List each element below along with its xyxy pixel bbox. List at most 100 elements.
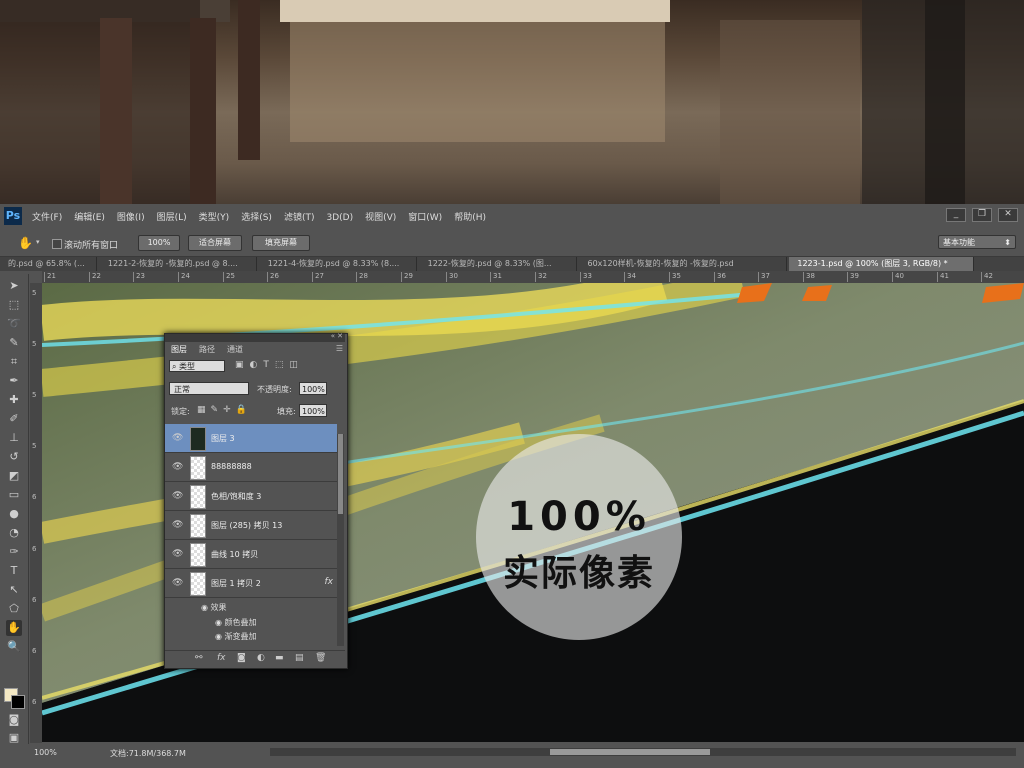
layer-row[interactable]: 👁 曲线 10 拷贝	[165, 540, 337, 569]
menu-image[interactable]: 图像(I)	[111, 210, 151, 226]
hand-tool-icon[interactable]: ✋	[6, 620, 22, 636]
minimize-button[interactable]: _	[946, 208, 966, 222]
workspace-select[interactable]: 基本功能 ⬍	[938, 235, 1016, 249]
link-icon[interactable]: ⚯	[195, 653, 203, 663]
opacity-input[interactable]: 100%	[299, 382, 327, 395]
menu-window[interactable]: 窗口(W)	[402, 210, 448, 226]
eye-icon[interactable]: ◉	[201, 603, 211, 612]
menu-layer[interactable]: 图层(L)	[151, 210, 193, 226]
new-layer-icon[interactable]: ▤	[295, 653, 304, 663]
shape-tool-icon[interactable]: ⬠	[6, 601, 22, 617]
kind-filter-select[interactable]: ⌕ 类型	[169, 360, 225, 372]
menu-help[interactable]: 帮助(H)	[448, 210, 492, 226]
shape-filter-icon[interactable]: ⬚	[275, 360, 290, 370]
history-brush-tool-icon[interactable]: ↺	[6, 449, 22, 465]
visibility-eye-icon[interactable]: 👁	[172, 578, 183, 588]
stamp-tool-icon[interactable]: ⊥	[6, 430, 22, 446]
layer-fx-badge[interactable]: fx	[325, 577, 334, 587]
adjustment-icon[interactable]: ◐	[257, 653, 265, 663]
eye-icon[interactable]: ◉	[215, 618, 225, 627]
doc-tab-active[interactable]: 1223-1.psd @ 100% (图层 3, RGB/8) *	[789, 257, 975, 271]
type-filter-icon[interactable]: T	[263, 360, 275, 370]
menu-edit[interactable]: 编辑(E)	[68, 210, 111, 226]
quick-select-tool-icon[interactable]: ✎	[6, 335, 22, 351]
crop-tool-icon[interactable]: ⌗	[6, 354, 22, 370]
options-bar: ✋ ▾ 滚动所有窗口 100% 适合屏幕 填充屏幕 基本功能 ⬍	[0, 230, 1024, 257]
doc-tab[interactable]: 的.psd @ 65.8% (...	[0, 257, 97, 271]
doc-tab[interactable]: 1222-恢复的.psd @ 8.33% (图...	[420, 257, 577, 271]
dodge-tool-icon[interactable]: ◔	[6, 525, 22, 541]
brush-tool-icon[interactable]: ✐	[6, 411, 22, 427]
path-select-tool-icon[interactable]: ↖	[6, 582, 22, 598]
folder-icon[interactable]: ▬	[275, 653, 284, 663]
layer-row[interactable]: 👁 图层 1 拷贝 2 fx	[165, 569, 337, 598]
eraser-tool-icon[interactable]: ◩	[6, 468, 22, 484]
menu-view[interactable]: 视图(V)	[359, 210, 402, 226]
eye-icon[interactable]: ◉	[215, 632, 225, 641]
menu-file[interactable]: 文件(F)	[26, 210, 68, 226]
doc-tab[interactable]: 60x120样机-恢复的-恢复的 -恢复的.psd	[580, 257, 787, 271]
visibility-eye-icon[interactable]: 👁	[172, 491, 183, 501]
pen-tool-icon[interactable]: ✑	[6, 544, 22, 560]
trash-icon[interactable]: 🗑	[315, 653, 326, 663]
close-icon[interactable]: ✕	[337, 332, 343, 340]
collapse-icon[interactable]: «	[331, 332, 335, 340]
fx-icon[interactable]: fx	[217, 653, 226, 663]
eyedropper-tool-icon[interactable]: ✒	[6, 373, 22, 389]
restore-button[interactable]: ❐	[972, 208, 992, 222]
status-zoom[interactable]: 100%	[34, 748, 57, 757]
blur-tool-icon[interactable]: ●	[6, 506, 22, 522]
lock-position-icon[interactable]: ✛	[223, 405, 236, 415]
type-tool-icon[interactable]: T	[6, 563, 22, 579]
image-filter-icon[interactable]: ▣	[235, 360, 250, 370]
visibility-eye-icon[interactable]: 👁	[172, 433, 183, 443]
chevron-down-icon[interactable]: ▾	[36, 238, 40, 246]
scroll-all-checkbox[interactable]	[52, 239, 62, 249]
lasso-tool-icon[interactable]: ➰	[6, 316, 22, 332]
fill-screen-button[interactable]: 填充屏幕	[252, 235, 310, 251]
layer-row[interactable]: 👁 图层 (285) 拷贝 13	[165, 511, 337, 540]
panel-menu-icon[interactable]: ☰	[336, 344, 343, 353]
layers-scrollbar[interactable]	[337, 434, 344, 646]
mask-icon[interactable]: ◙	[237, 653, 246, 663]
menu-3d[interactable]: 3D(D)	[320, 210, 359, 226]
visibility-eye-icon[interactable]: 👁	[172, 462, 183, 472]
effect-item[interactable]: ◉ 颜色叠加	[215, 617, 257, 628]
marquee-tool-icon[interactable]: ⬚	[6, 297, 22, 313]
scrollbar-thumb[interactable]	[338, 434, 343, 514]
doc-tab[interactable]: 1221-2-恢复的 -恢复的.psd @ 8....	[100, 257, 257, 271]
effect-item[interactable]: ◉ 渐变叠加	[215, 631, 257, 642]
gradient-tool-icon[interactable]: ▭	[6, 487, 22, 503]
visibility-eye-icon[interactable]: 👁	[172, 549, 183, 559]
zoom-100-button[interactable]: 100%	[138, 235, 180, 251]
lock-all-icon[interactable]: 🔒	[236, 405, 252, 415]
menu-select[interactable]: 选择(S)	[235, 210, 278, 226]
layer-row[interactable]: 👁 图层 3	[165, 424, 337, 453]
zoom-tool-icon[interactable]: 🔍	[6, 639, 22, 655]
close-button[interactable]: ✕	[998, 208, 1018, 222]
menu-type[interactable]: 类型(Y)	[193, 210, 236, 226]
lock-pixels-icon[interactable]: ✎	[211, 405, 224, 415]
hand-tool-icon[interactable]: ✋	[18, 236, 33, 250]
horizontal-scrollbar[interactable]	[270, 748, 1016, 756]
menu-filter[interactable]: 滤镜(T)	[278, 210, 321, 226]
quick-mask-icon[interactable]: ◙	[6, 712, 22, 728]
blend-mode-select[interactable]: 正常	[169, 382, 249, 395]
visibility-eye-icon[interactable]: 👁	[172, 520, 183, 530]
background-color-swatch[interactable]	[11, 695, 25, 709]
tab-layers[interactable]: 图层	[171, 344, 187, 355]
move-tool-icon[interactable]: ➤	[6, 278, 22, 294]
fill-input[interactable]: 100%	[299, 404, 327, 417]
scrollbar-thumb[interactable]	[550, 749, 710, 755]
tab-channels[interactable]: 通道	[227, 344, 243, 355]
smart-filter-icon[interactable]: ◫	[289, 360, 304, 370]
doc-tab[interactable]: 1221-4-恢复的.psd @ 8.33% (8....	[260, 257, 417, 271]
fit-screen-button[interactable]: 适合屏幕	[188, 235, 242, 251]
healing-tool-icon[interactable]: ✚	[6, 392, 22, 408]
lock-transparent-icon[interactable]: ▦	[197, 405, 211, 415]
zoom-overlay-percent: 100%	[507, 494, 651, 540]
layer-row[interactable]: 👁 88888888	[165, 453, 337, 482]
adjustment-filter-icon[interactable]: ◐	[250, 360, 264, 370]
tab-paths[interactable]: 路径	[199, 344, 215, 355]
layer-row[interactable]: 👁 色相/饱和度 3	[165, 482, 337, 511]
